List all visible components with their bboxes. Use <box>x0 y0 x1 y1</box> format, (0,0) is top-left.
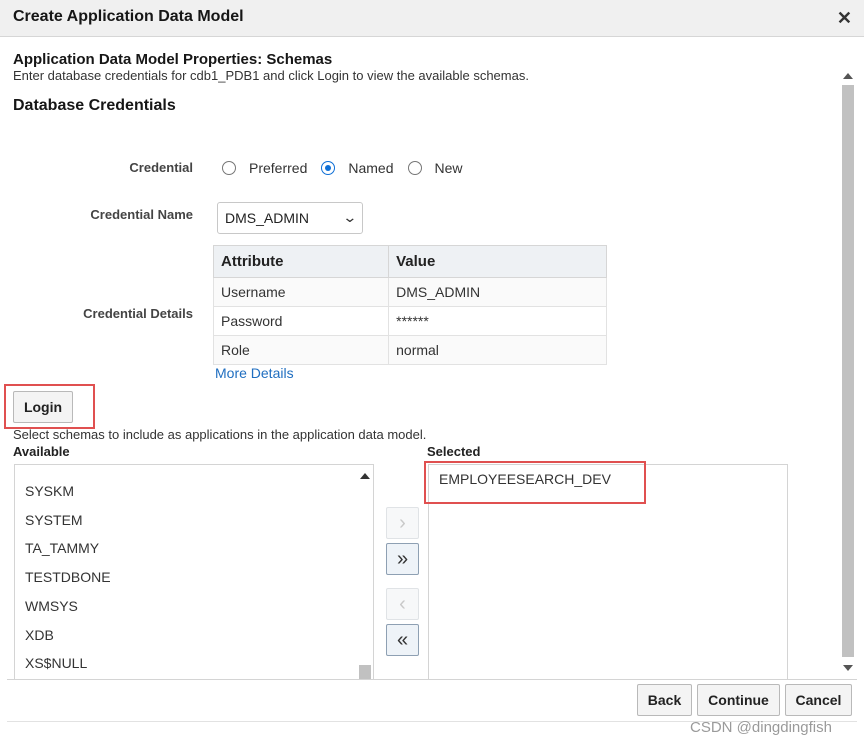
list-item[interactable]: XDB <box>25 627 54 643</box>
available-list[interactable]: SYSKM SYSTEM TA_TAMMY TESTDBONE WMSYS XD… <box>14 464 374 679</box>
dialog-titlebar: Create Application Data Model ✕ <box>0 0 864 37</box>
move-all-button[interactable]: » <box>386 543 419 575</box>
credential-details-label: Credential Details <box>83 306 193 321</box>
credential-name-select[interactable]: DMS_ADMIN ⌄ <box>217 202 363 234</box>
watermark: CSDN @dingdingfish <box>690 719 832 736</box>
schemas-note: Select schemas to include as application… <box>13 427 427 442</box>
credential-name-value: DMS_ADMIN <box>225 210 310 226</box>
remove-selected-button[interactable]: ‹ <box>386 588 419 620</box>
radio-preferred-label[interactable]: Preferred <box>249 160 307 176</box>
column-header-attribute: Attribute <box>212 245 390 278</box>
radio-new[interactable] <box>407 161 422 175</box>
credential-details-table: Attribute Value Username DMS_ADMIN Passw… <box>212 245 607 365</box>
table-row: Role normal <box>212 335 607 365</box>
page-heading: Application Data Model Properties: Schem… <box>13 51 333 68</box>
list-item[interactable]: SYSTEM <box>25 512 83 528</box>
radio-preferred[interactable] <box>222 161 236 175</box>
login-button[interactable]: Login <box>13 391 73 423</box>
column-header-value: Value <box>388 245 607 278</box>
list-item[interactable]: XS$NULL <box>25 655 87 671</box>
table-row: Password ****** <box>212 306 607 336</box>
section-title: Database Credentials <box>13 97 176 114</box>
list-item[interactable]: SYSKM <box>25 483 74 499</box>
scroll-down-icon[interactable] <box>843 665 853 671</box>
available-list-scrollbar[interactable] <box>357 465 373 679</box>
value-cell: ****** <box>388 306 607 336</box>
dialog-footer: Back Continue Cancel CSDN @dingdingfish <box>0 679 864 747</box>
more-details-link[interactable]: More Details <box>215 365 294 381</box>
move-selected-button[interactable]: › <box>386 507 419 539</box>
attribute-cell: Password <box>212 306 390 336</box>
dialog-scrollbar[interactable] <box>840 69 856 676</box>
table-row: Username DMS_ADMIN <box>212 277 607 307</box>
close-icon[interactable]: ✕ <box>837 8 852 29</box>
value-cell: DMS_ADMIN <box>388 277 607 307</box>
list-item[interactable]: TA_TAMMY <box>25 540 99 556</box>
cancel-button[interactable]: Cancel <box>785 684 852 716</box>
chevron-down-icon: ⌄ <box>342 209 358 225</box>
scroll-up-icon[interactable] <box>843 73 853 79</box>
remove-all-button[interactable]: « <box>386 624 419 656</box>
scroll-up-icon[interactable] <box>360 473 370 479</box>
value-cell: normal <box>388 335 607 365</box>
credential-label: Credential <box>129 160 193 175</box>
scroll-thumb[interactable] <box>359 665 371 679</box>
attribute-cell: Username <box>212 277 390 307</box>
continue-button[interactable]: Continue <box>697 684 780 716</box>
page-description: Enter database credentials for cdb1_PDB1… <box>13 68 529 83</box>
radio-named[interactable] <box>321 161 336 175</box>
dialog-title: Create Application Data Model <box>13 8 244 25</box>
radio-named-label[interactable]: Named <box>348 160 393 176</box>
available-label: Available <box>13 444 70 459</box>
list-item[interactable]: WMSYS <box>25 598 78 614</box>
footer-divider <box>7 679 857 680</box>
credential-name-label: Credential Name <box>90 207 193 222</box>
list-item[interactable]: TESTDBONE <box>25 569 111 585</box>
radio-new-label[interactable]: New <box>435 160 463 176</box>
selected-highlight <box>424 461 646 504</box>
attribute-cell: Role <box>212 335 390 365</box>
scroll-thumb[interactable] <box>842 85 854 657</box>
selected-label: Selected <box>427 444 481 459</box>
dialog-content: Application Data Model Properties: Schem… <box>0 37 840 679</box>
back-button[interactable]: Back <box>637 684 692 716</box>
credential-radio-group: Preferred Named New <box>222 160 477 176</box>
